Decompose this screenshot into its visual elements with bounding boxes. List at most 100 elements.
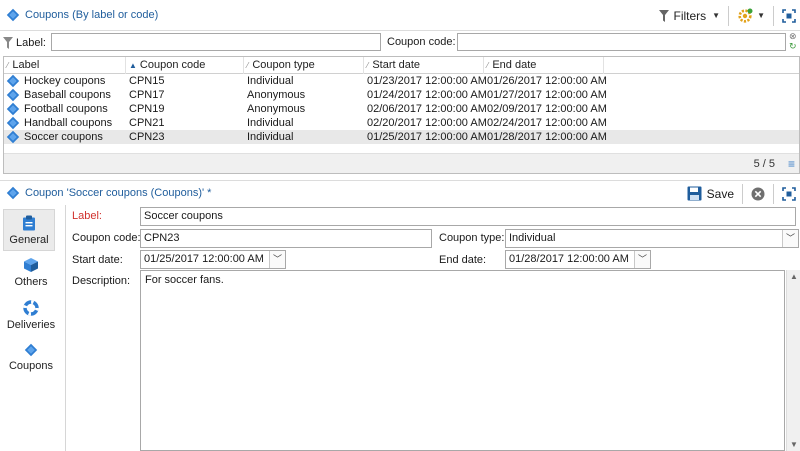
detail-toolbar: Save: [683, 181, 800, 206]
cell-text: Anonymous: [247, 89, 306, 101]
end-date-picker[interactable]: 01/28/2017 12:00:00 AM ﹀: [505, 250, 651, 269]
nav-general[interactable]: General: [3, 209, 55, 251]
cell-text: CPN17: [129, 89, 165, 101]
table-row[interactable]: Baseball coupons CPN17 Anonymous 01/24/2017…: [4, 88, 799, 102]
clear-icon[interactable]: ⊗: [789, 32, 797, 41]
label-field[interactable]: Soccer coupons: [140, 207, 796, 226]
clipboard-icon: [23, 215, 35, 231]
coupon-type-caption: Coupon type:: [439, 232, 505, 244]
coupon-icon: [6, 8, 20, 22]
chevron-down-icon: ▼: [757, 11, 765, 20]
table-cell: CPN15: [129, 74, 164, 88]
filters-button[interactable]: Filters ▼: [655, 5, 724, 27]
filter-icon: [659, 9, 670, 22]
cancel-button[interactable]: [747, 183, 769, 205]
cell-text: Hockey coupons: [24, 75, 106, 87]
list-window-title-text: Coupons (By label or code): [25, 9, 159, 21]
table-cell: 01/28/2017 12:00:00 AM: [487, 130, 607, 144]
table-cell: Hockey coupons: [6, 74, 105, 88]
code-filter-input[interactable]: [457, 33, 786, 51]
cell-text: 02/24/2017 12:00:00 AM: [487, 117, 607, 129]
filter-bar: Label: Coupon code: ⊗ ↻: [0, 31, 800, 54]
save-label: Save: [706, 186, 734, 201]
end-date-caption: End date:: [439, 254, 487, 266]
list-toolbar: Filters ▼ ▼: [655, 0, 800, 31]
cell-text: Individual: [247, 131, 294, 143]
start-date-picker[interactable]: 01/25/2017 12:00:00 AM ﹀: [140, 250, 286, 269]
table-row[interactable]: Football coupons CPN19 Anonymous 02/06/2017…: [4, 102, 799, 116]
nav-deliveries-label: Deliveries: [6, 319, 56, 331]
cell-text: Individual: [247, 75, 294, 87]
coupon-grid: ⁄ Label ▲ Coupon code ⁄ Coupon type ⁄ Start …: [3, 56, 800, 174]
nav-general-label: General: [9, 234, 49, 246]
chevron-down-icon[interactable]: ﹀: [782, 230, 798, 247]
save-icon: [687, 186, 702, 201]
cell-text: 01/25/2017 12:00:00 AM: [367, 131, 487, 143]
table-row[interactable]: Soccer coupons CPN23 Individual 01/25/2017 …: [4, 130, 799, 144]
table-cell: CPN19: [129, 102, 164, 116]
label-filter-input[interactable]: [51, 33, 381, 51]
column-header-label[interactable]: ⁄ Label: [4, 57, 126, 74]
chevron-down-icon: ▼: [712, 11, 721, 20]
column-header-coupon-type[interactable]: ⁄ Coupon type: [244, 57, 364, 74]
cell-text: Individual: [247, 117, 294, 129]
table-cell: Individual: [247, 116, 293, 130]
filters-label: Filters: [673, 8, 707, 23]
table-cell: CPN23: [129, 130, 164, 144]
table-cell: 01/27/2017 12:00:00 AM: [487, 88, 607, 102]
save-button[interactable]: Save: [683, 186, 738, 201]
detail-window-title: Coupon 'Soccer coupons (Coupons)' *: [6, 186, 211, 200]
chevron-down-icon[interactable]: ﹀: [269, 251, 285, 268]
nav-coupons[interactable]: Coupons: [0, 338, 62, 380]
nav-deliveries[interactable]: Deliveries: [0, 295, 62, 337]
settings-button[interactable]: ▼: [733, 5, 769, 27]
start-date-value: 01/25/2017 12:00:00 AM: [144, 253, 264, 265]
coupon-code-field[interactable]: CPN23: [140, 229, 432, 248]
cell-text: 01/27/2017 12:00:00 AM: [487, 89, 607, 101]
grid-body: Hockey coupons CPN15 Individual 01/23/2017 …: [4, 74, 799, 144]
coupon-icon: [6, 130, 20, 144]
chevron-down-icon[interactable]: ﹀: [634, 251, 650, 268]
column-header-coupon-code[interactable]: ▲ Coupon code: [126, 57, 244, 74]
cell-text: CPN21: [129, 117, 165, 129]
table-cell: 02/06/2017 12:00:00 AM: [367, 102, 487, 116]
table-cell: Individual: [247, 130, 293, 144]
table-cell: 02/24/2017 12:00:00 AM: [487, 116, 607, 130]
table-cell: CPN17: [129, 88, 164, 102]
coupon-icon: [6, 88, 20, 102]
refresh-icon[interactable]: ↻: [789, 42, 797, 51]
column-header-start-date[interactable]: ⁄ Start date: [364, 57, 484, 74]
nav-others[interactable]: Others: [0, 252, 62, 294]
label-caption: Label:: [72, 210, 102, 222]
cell-text: Anonymous: [247, 103, 306, 115]
expand-button[interactable]: [778, 183, 800, 205]
table-row[interactable]: Hockey coupons CPN15 Individual 01/23/2017 …: [4, 74, 799, 88]
description-scrollbar[interactable]: ▲ ▼: [786, 270, 800, 451]
scroll-up-icon[interactable]: ▲: [790, 272, 798, 281]
cell-text: 01/23/2017 12:00:00 AM: [367, 75, 487, 87]
table-cell: Anonymous: [247, 88, 305, 102]
cube-icon: [24, 258, 38, 272]
detail-window-titlebar: Coupon 'Soccer coupons (Coupons)' * Save: [0, 180, 800, 205]
table-row[interactable]: Handball coupons CPN21 Individual 02/20/201…: [4, 116, 799, 130]
scroll-down-icon[interactable]: ▼: [790, 440, 798, 449]
filter-icon: [3, 36, 13, 49]
description-textarea[interactable]: For soccer fans.: [140, 270, 785, 451]
record-count: 5 / 5: [753, 158, 775, 170]
table-cell: CPN21: [129, 116, 164, 130]
coupon-icon: [6, 74, 20, 88]
coupon-icon: [24, 343, 38, 357]
cell-text: 02/20/2017 12:00:00 AM: [367, 117, 487, 129]
menu-icon[interactable]: ≡: [788, 157, 795, 171]
detail-sidenav: General Others Deliveries Coupons: [0, 205, 66, 451]
list-window-titlebar: Coupons (By label or code) Filters ▼ ▼: [0, 0, 800, 31]
column-header-end-date[interactable]: ⁄ End date: [484, 57, 604, 74]
expand-button[interactable]: [778, 5, 800, 27]
cell-text: CPN15: [129, 75, 165, 87]
nav-coupons-label: Coupons: [8, 360, 54, 372]
table-cell: 01/26/2017 12:00:00 AM: [487, 74, 607, 88]
coupon-type-select[interactable]: Individual ﹀: [505, 229, 799, 248]
detail-window-title-text: Coupon 'Soccer coupons (Coupons)' *: [25, 187, 212, 199]
grid-footer: 5 / 5 ≡: [4, 153, 799, 173]
cell-text: Football coupons: [24, 103, 108, 115]
